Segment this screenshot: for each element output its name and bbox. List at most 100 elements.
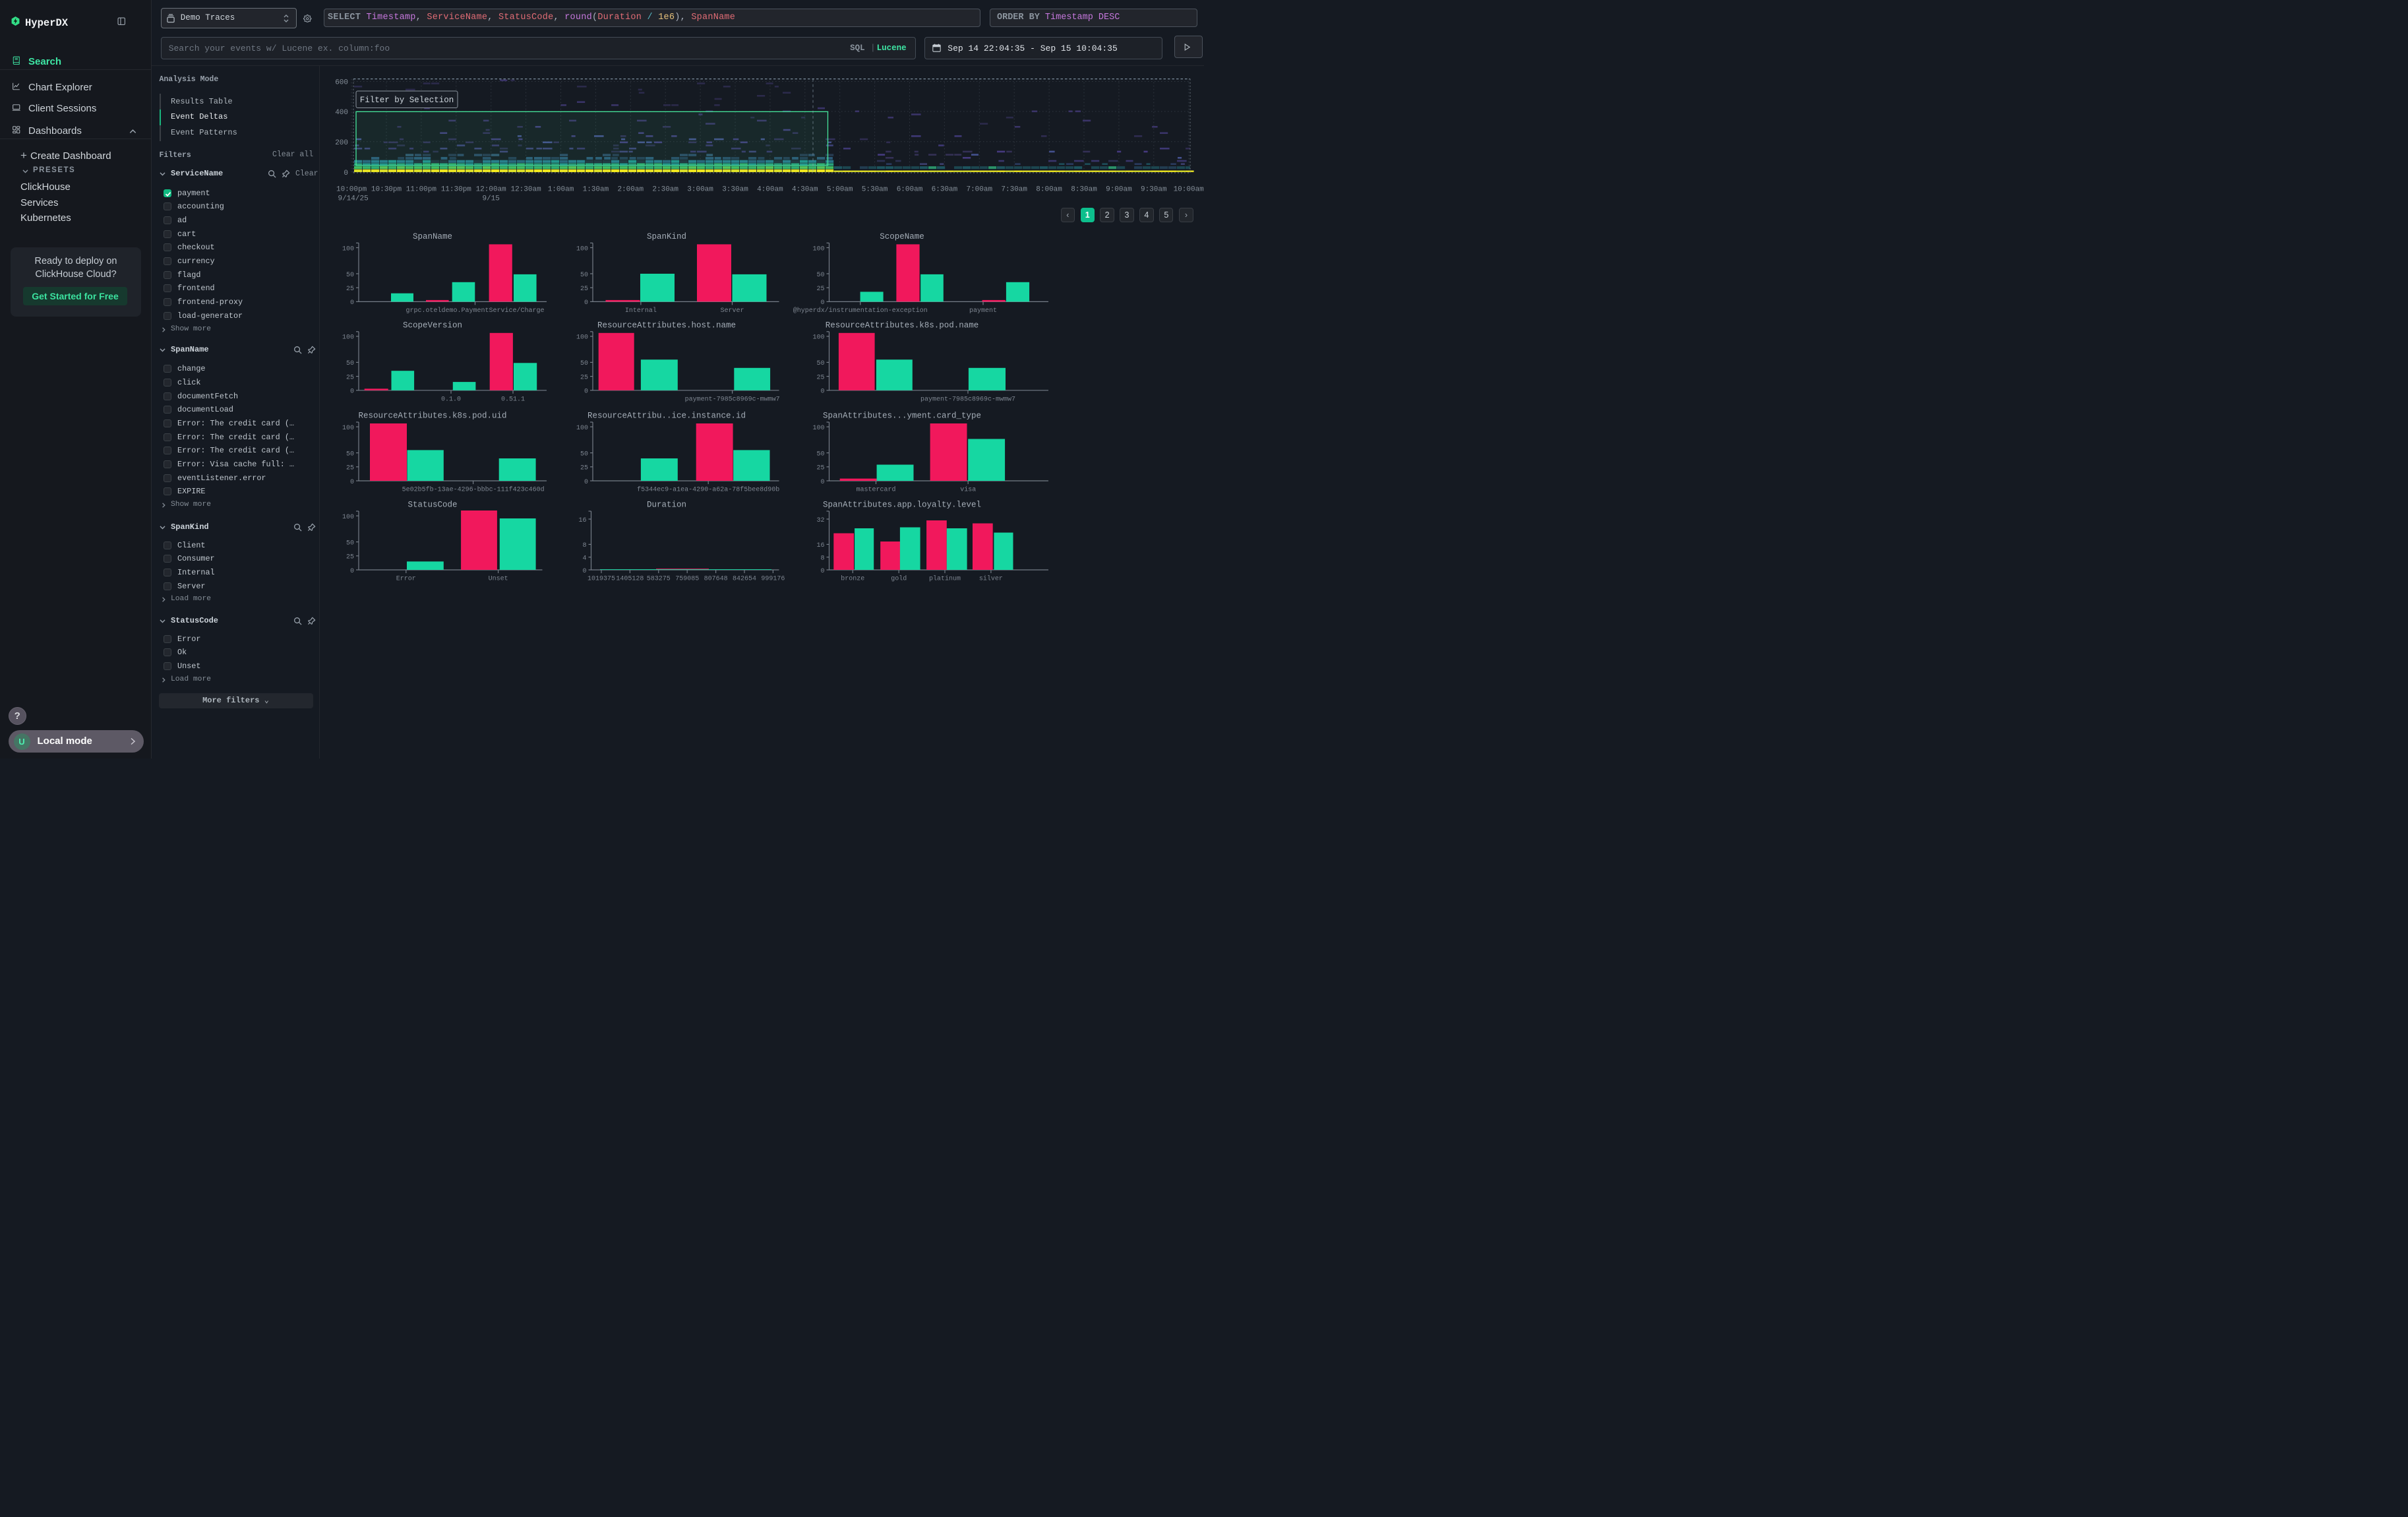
svg-text:200: 200	[335, 139, 348, 147]
svg-text:SpanAttributes...yment.card_ty: SpanAttributes...yment.card_type	[823, 412, 981, 421]
svg-text:50: 50	[580, 360, 588, 367]
svg-text:50: 50	[346, 272, 354, 279]
svg-text:0: 0	[820, 388, 824, 396]
svg-text:100: 100	[576, 245, 588, 253]
svg-text:StatusCode: StatusCode	[407, 501, 457, 510]
svg-text:1405128: 1405128	[616, 576, 644, 583]
svg-text:platinum: platinum	[929, 575, 961, 583]
svg-text:0: 0	[582, 568, 586, 575]
svg-text:50: 50	[816, 360, 824, 367]
svg-text:16: 16	[816, 542, 824, 549]
svg-text:100: 100	[342, 425, 354, 432]
svg-text:Duration: Duration	[647, 501, 686, 510]
svg-text:25: 25	[346, 374, 354, 381]
svg-text:6:00am: 6:00am	[897, 186, 923, 194]
svg-text:ResourceAttributes.k8s.pod.nam: ResourceAttributes.k8s.pod.name	[826, 321, 979, 330]
svg-text:5:00am: 5:00am	[827, 186, 853, 194]
svg-text:4:30am: 4:30am	[792, 186, 818, 194]
svg-text:0: 0	[350, 479, 354, 486]
svg-text:ResourceAttribu..ice.instance.: ResourceAttribu..ice.instance.id	[587, 412, 746, 421]
svg-text:Server: Server	[720, 307, 744, 315]
svg-text:8:00am: 8:00am	[1036, 186, 1062, 194]
svg-text:50: 50	[346, 450, 354, 458]
svg-text:25: 25	[816, 374, 824, 381]
svg-text:0: 0	[820, 568, 824, 575]
svg-text:grpc.oteldemo.PaymentService/C: grpc.oteldemo.PaymentService/Charge	[406, 307, 544, 315]
svg-text:100: 100	[812, 334, 824, 342]
svg-text:Filter by Selection: Filter by Selection	[360, 96, 454, 105]
svg-text:25: 25	[346, 554, 354, 561]
svg-text:583275: 583275	[647, 576, 671, 583]
svg-text:ResourceAttributes.k8s.pod.uid: ResourceAttributes.k8s.pod.uid	[358, 412, 506, 421]
svg-text:807648: 807648	[704, 576, 728, 583]
svg-text:25: 25	[346, 286, 354, 293]
svg-text:100: 100	[812, 245, 824, 253]
svg-text:10:00am: 10:00am	[1174, 186, 1204, 194]
svg-text:bronze: bronze	[841, 575, 864, 583]
svg-text:600: 600	[335, 79, 348, 87]
svg-text:1:00am: 1:00am	[548, 186, 574, 194]
svg-text:8: 8	[820, 555, 824, 563]
svg-text:50: 50	[346, 360, 354, 367]
svg-text:payment-7985c8969c-mwmw7: payment-7985c8969c-mwmw7	[920, 396, 1015, 403]
svg-text:3:30am: 3:30am	[722, 186, 748, 194]
svg-text:0.1.0: 0.1.0	[441, 396, 461, 403]
svg-text:9:30am: 9:30am	[1141, 186, 1167, 194]
svg-text:9/15: 9/15	[482, 195, 499, 203]
svg-text:0: 0	[820, 299, 824, 307]
svg-text:9/14/25: 9/14/25	[338, 195, 368, 203]
svg-text:@hyperdx/instrumentation-excep: @hyperdx/instrumentation-exception	[793, 307, 928, 315]
svg-text:25: 25	[580, 286, 588, 293]
svg-text:25: 25	[580, 465, 588, 472]
svg-text:0: 0	[584, 388, 588, 396]
svg-text:100: 100	[342, 245, 354, 253]
svg-text:50: 50	[816, 272, 824, 279]
svg-text:50: 50	[580, 450, 588, 458]
svg-text:0: 0	[584, 299, 588, 307]
svg-text:2:30am: 2:30am	[652, 186, 678, 194]
svg-text:1:30am: 1:30am	[583, 186, 609, 194]
svg-text:100: 100	[342, 514, 354, 521]
svg-text:0: 0	[344, 170, 348, 177]
svg-text:50: 50	[580, 272, 588, 279]
svg-text:12:30am: 12:30am	[510, 186, 541, 194]
svg-text:759085: 759085	[675, 576, 699, 583]
svg-text:4: 4	[582, 555, 586, 563]
svg-text:100: 100	[576, 334, 588, 342]
svg-text:3:00am: 3:00am	[687, 186, 713, 194]
svg-text:0: 0	[350, 299, 354, 307]
svg-text:silver: silver	[979, 575, 1003, 583]
svg-text:Internal: Internal	[625, 307, 657, 315]
svg-text:payment: payment	[969, 307, 997, 315]
svg-text:visa: visa	[960, 486, 976, 494]
svg-text:ResourceAttributes.host.name: ResourceAttributes.host.name	[597, 321, 736, 330]
svg-text:7:00am: 7:00am	[966, 186, 992, 194]
svg-text:2:00am: 2:00am	[617, 186, 644, 194]
svg-text:100: 100	[342, 334, 354, 342]
svg-text:9:00am: 9:00am	[1106, 186, 1132, 194]
svg-text:6:30am: 6:30am	[932, 186, 958, 194]
svg-text:Unset: Unset	[489, 576, 508, 583]
svg-text:ScopeVersion: ScopeVersion	[403, 321, 462, 330]
svg-text:4:00am: 4:00am	[757, 186, 783, 194]
svg-text:0: 0	[350, 388, 354, 396]
svg-text:SpanName: SpanName	[413, 232, 452, 241]
svg-text:0.51.1: 0.51.1	[501, 396, 525, 403]
svg-text:11:00pm: 11:00pm	[406, 186, 437, 194]
svg-text:999176: 999176	[761, 576, 785, 583]
svg-text:50: 50	[346, 540, 354, 547]
svg-text:0: 0	[350, 568, 354, 575]
svg-text:SpanAttributes.app.loyalty.lev: SpanAttributes.app.loyalty.level	[823, 501, 981, 510]
svg-text:11:30pm: 11:30pm	[441, 186, 472, 194]
svg-text:10:00pm: 10:00pm	[336, 186, 367, 194]
svg-text:SpanKind: SpanKind	[647, 232, 686, 241]
svg-text:8: 8	[582, 542, 586, 549]
svg-text:ScopeName: ScopeName	[880, 232, 924, 241]
svg-text:842654: 842654	[733, 576, 756, 583]
svg-text:gold: gold	[891, 575, 907, 583]
svg-text:25: 25	[346, 465, 354, 472]
svg-text:mastercard: mastercard	[856, 486, 895, 494]
svg-text:f5344ec9-a1ea-4290-a62a-78f5be: f5344ec9-a1ea-4290-a62a-78f5bee8d90b	[637, 486, 779, 494]
svg-text:25: 25	[816, 465, 824, 472]
svg-text:400: 400	[335, 109, 348, 117]
